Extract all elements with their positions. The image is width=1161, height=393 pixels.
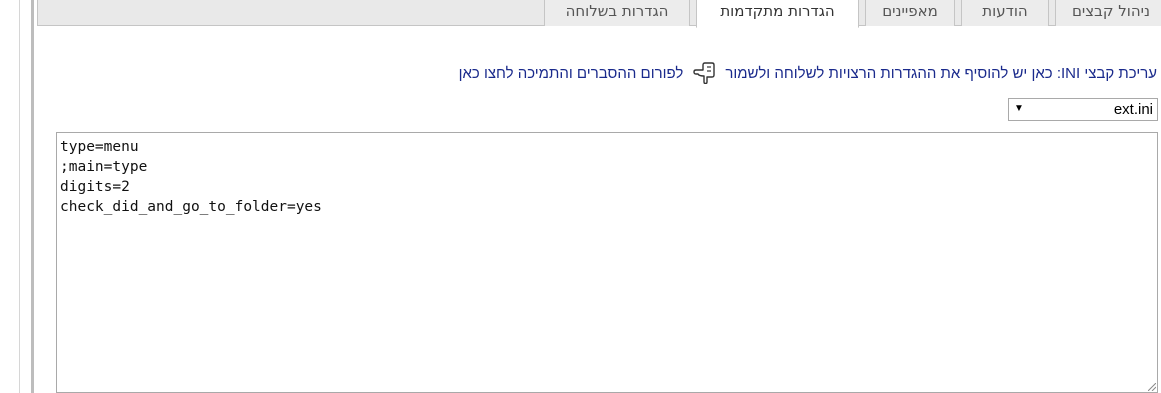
tab-advanced-settings[interactable]: הגדרות מתקדמות bbox=[696, 0, 859, 28]
tab-label: ניהול קבצים bbox=[1071, 1, 1151, 20]
dropdown-arrow-icon: ▼ bbox=[1014, 103, 1024, 114]
resize-handle-icon[interactable] bbox=[1148, 383, 1156, 391]
left-border-line bbox=[19, 0, 20, 393]
tab-file-management[interactable]: ניהול קבצים bbox=[1055, 0, 1161, 26]
left-border-bar bbox=[31, 0, 34, 393]
tab-bar: ניהול קבצים הודעות מאפיינים הגדרות מתקדמ… bbox=[37, 0, 1161, 28]
tab-properties[interactable]: מאפיינים bbox=[865, 0, 955, 26]
tab-label: הודעות bbox=[982, 1, 1028, 20]
tab-extension-settings[interactable]: הגדרות בשלוחה bbox=[544, 0, 690, 26]
tab-messages[interactable]: הודעות bbox=[961, 0, 1049, 26]
ini-editor-textarea[interactable]: type=menu ;main=type digits=2 check_did_… bbox=[56, 132, 1158, 393]
tab-label: מאפיינים bbox=[882, 1, 938, 20]
ini-help-text: עריכת קבצי INI: כאן יש להוסיף את ההגדרות… bbox=[725, 64, 1157, 82]
pointing-hand-icon bbox=[693, 62, 716, 84]
ini-help-line: עריכת קבצי INI: כאן יש להוסיף את ההגדרות… bbox=[459, 62, 1157, 84]
ini-file-select[interactable]: ext.ini ▼ bbox=[1008, 98, 1158, 121]
tab-label: הגדרות בשלוחה bbox=[565, 1, 669, 20]
support-forum-link[interactable]: לפורום ההסברים והתמיכה לחצו כאן bbox=[459, 65, 684, 82]
tab-label: הגדרות מתקדמות bbox=[720, 2, 835, 20]
select-value: ext.ini bbox=[1113, 101, 1153, 118]
